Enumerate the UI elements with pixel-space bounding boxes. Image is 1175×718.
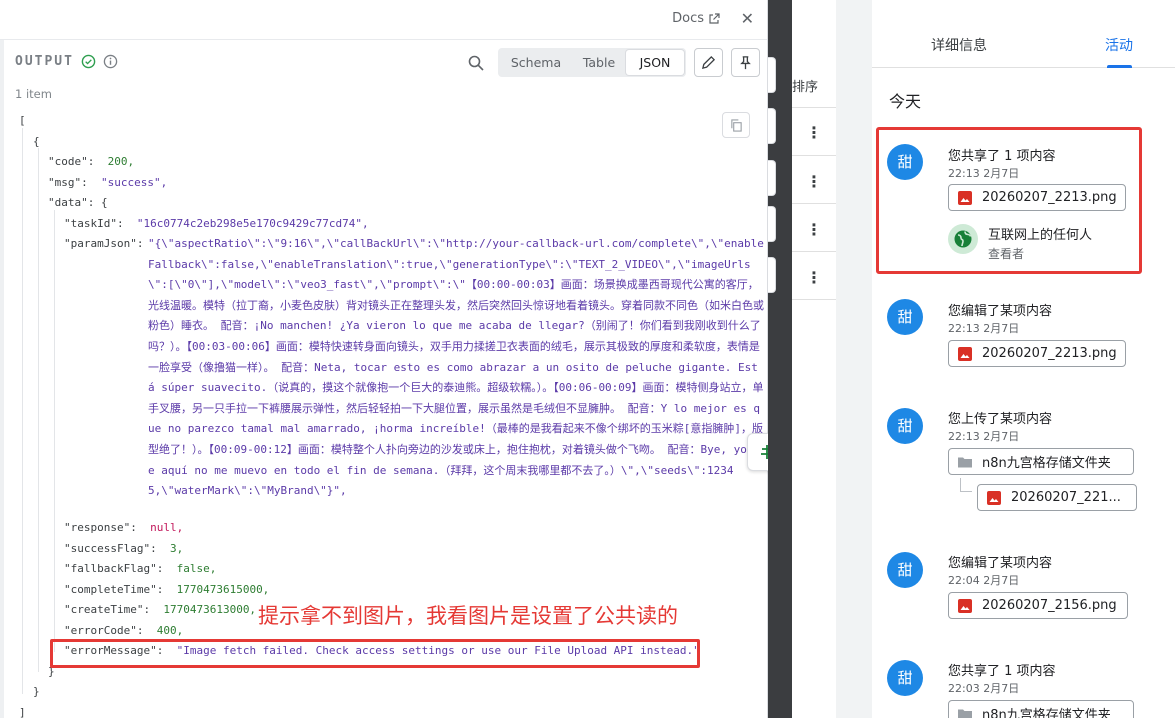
row-edge (768, 206, 776, 242)
json-line-response: "response": null, (64, 521, 184, 534)
json-line-msg: "msg": "success", (48, 176, 168, 189)
tab-details[interactable]: 详细信息 (931, 35, 987, 55)
avatar: 甜 (887, 552, 923, 588)
sort-label[interactable]: 排序 (792, 76, 818, 95)
row-edge (768, 108, 776, 144)
json-line-fallbackflag: "fallbackFlag": false, (64, 562, 217, 575)
activity-title: 您共享了 1 项内容 (948, 664, 1056, 679)
docs-label: Docs (672, 11, 704, 26)
item-count: 1 item (15, 87, 52, 101)
tab-activity[interactable]: 活动 (1105, 35, 1133, 55)
row-edge (768, 57, 776, 93)
file-chip[interactable]: 20260207_221... (977, 484, 1137, 511)
json-line-taskid: "taskId": "16c0774c2eb298e5e170c9429c77c… (64, 217, 369, 230)
indent-guide (22, 128, 23, 694)
tab-json[interactable]: JSON (626, 50, 684, 75)
folder-chip[interactable]: n8n九宫格存储文件夹 (948, 700, 1134, 718)
view-switcher: Schema Table JSON (498, 48, 686, 77)
json-line-data: "data": { (48, 196, 108, 209)
json-bracket-close: ] (19, 706, 26, 718)
json-line-paramjson-key: "paramJson": (64, 237, 144, 250)
section-today: 今天 (889, 92, 922, 111)
image-file-icon (987, 490, 1001, 505)
image-file-icon (958, 346, 972, 361)
activity-title: 您编辑了某项内容 (948, 304, 1053, 319)
indent-guide (54, 210, 55, 652)
search-icon[interactable] (467, 54, 485, 72)
avatar: 甜 (887, 660, 923, 696)
pencil-icon (701, 55, 716, 70)
folder-icon (958, 457, 972, 467)
file-name: 20260207_2213.png (982, 346, 1117, 361)
folder-icon (958, 709, 972, 718)
edit-button[interactable] (694, 48, 723, 77)
info-icon[interactable] (103, 54, 118, 69)
activity-time: 22:04 2月7日 (948, 574, 1020, 587)
activity-title: 您编辑了某项内容 (948, 556, 1053, 571)
activity-time: 22:13 2月7日 (948, 322, 1020, 335)
folder-name: n8n九宫格存储文件夹 (982, 456, 1111, 471)
json-brace-open: { (33, 135, 40, 148)
panel-gap (836, 0, 872, 718)
activity-time: 22:13 2月7日 (948, 430, 1020, 443)
row-divider (792, 203, 836, 204)
folder-chip[interactable]: n8n九宫格存储文件夹 (948, 448, 1134, 475)
external-link-icon (709, 12, 720, 24)
activity-time: 22:03 2月7日 (948, 682, 1020, 695)
check-circle-icon (81, 54, 96, 69)
json-line-paramjson-value: "{\"aspectRatio\":\"9:16\",\"callBackUrl… (148, 237, 764, 498)
indent-guide (38, 148, 39, 672)
row-divider (792, 155, 836, 156)
output-header: OUTPUT (15, 54, 118, 69)
row-divider (792, 299, 836, 300)
annotation-text: 提示拿不到图片，我看图片是设置了公共读的 (258, 604, 678, 628)
panel-left-edge (0, 40, 4, 718)
row-edge (768, 257, 776, 293)
more-vert-icon[interactable]: ⋮ (806, 174, 822, 190)
details-tabs: 详细信息 活动 (872, 0, 1175, 68)
file-name: 20260207_2156.png (982, 598, 1117, 613)
image-file-icon (958, 598, 972, 613)
pin-icon (740, 56, 751, 70)
json-brace-close: } (33, 685, 40, 698)
more-vert-icon[interactable]: ⋮ (806, 125, 822, 141)
row-divider (792, 107, 836, 108)
row-edge (768, 160, 776, 196)
json-line-code: "code": 200, (48, 155, 135, 168)
json-bracket-open: [ (19, 114, 26, 127)
json-line-completetime: "completeTime": 1770473615000, (64, 583, 270, 596)
activity-highlight-box (876, 127, 1142, 274)
panel-topbar: Docs ✕ (0, 0, 767, 40)
json-line-createtime: "createTime": 1770473613000, (64, 603, 257, 616)
output-title: OUTPUT (15, 54, 74, 69)
active-tab-indicator (1107, 65, 1132, 68)
close-icon[interactable]: ✕ (741, 9, 754, 28)
activity-panel: 详细信息 活动 今天 甜 您共享了 1 项内容 22:13 2月7日 20260… (872, 0, 1175, 718)
more-vert-icon[interactable]: ⋮ (806, 270, 822, 286)
avatar: 甜 (887, 299, 923, 335)
tree-connector (960, 478, 972, 492)
annotation-highlight-box (50, 639, 700, 668)
file-name: 20260207_221... (1011, 490, 1121, 505)
activity-title: 您上传了某项内容 (948, 412, 1053, 427)
pin-button[interactable] (731, 48, 760, 77)
output-panel: Docs ✕ OUTPUT Schema Table JSON 1 item [… (0, 0, 768, 718)
avatar: 甜 (887, 408, 923, 444)
more-vert-icon[interactable]: ⋮ (806, 222, 822, 238)
row-divider (792, 251, 836, 252)
tab-schema[interactable]: Schema (500, 50, 572, 75)
file-list-column: 排序 ⋮ ⋮ ⋮ ⋮ (792, 0, 836, 718)
docs-link[interactable]: Docs (672, 11, 720, 26)
folder-name: n8n九宫格存储文件夹 (982, 708, 1111, 718)
file-chip[interactable]: 20260207_2213.png (948, 340, 1126, 367)
json-line-successflag: "successFlag": 3, (64, 542, 184, 555)
file-chip[interactable]: 20260207_2156.png (948, 592, 1128, 619)
tab-table[interactable]: Table (572, 50, 626, 75)
